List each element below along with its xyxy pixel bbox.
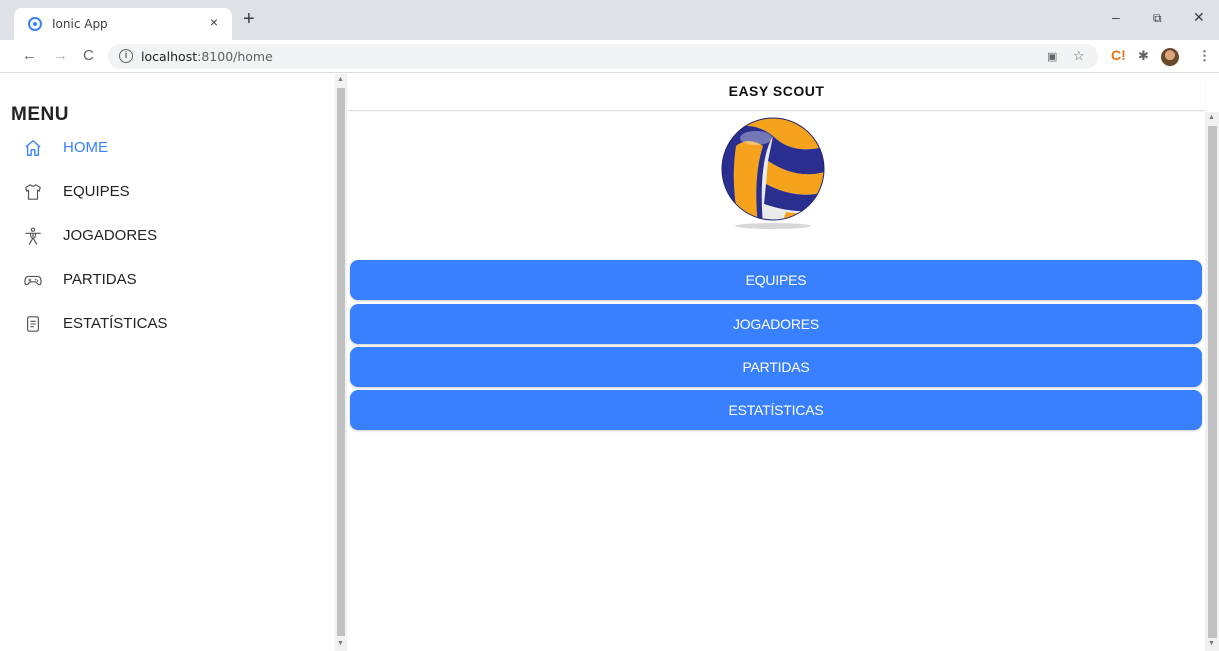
menu-item-label: EQUIPES [63, 183, 130, 200]
browser-tabstrip: Ionic App × + – ⧉ ✕ [0, 0, 1219, 40]
menu-item-jogadores[interactable]: JOGADORES [0, 216, 335, 256]
jogadores-button[interactable]: JOGADORES [350, 304, 1202, 344]
scrollbar-thumb[interactable] [337, 88, 345, 636]
scroll-up-icon[interactable]: ▲ [1208, 114, 1215, 121]
page-title: EASY SCOUT [728, 83, 825, 99]
home-icon [25, 140, 41, 156]
tab-close-icon[interactable]: × [210, 14, 218, 30]
menu-title: MENU [11, 104, 69, 125]
profile-avatar[interactable] [1161, 48, 1179, 66]
shirt-icon [25, 184, 41, 200]
browser-tab[interactable]: Ionic App × [14, 8, 232, 40]
back-icon[interactable]: ← [22, 47, 37, 65]
person-icon [25, 227, 41, 245]
menu-scrollbar[interactable]: ▲ ▼ [335, 74, 347, 651]
menu-item-label: ESTATÍSTICAS [63, 315, 168, 332]
info-icon[interactable]: i [119, 49, 133, 63]
url-text[interactable]: localhost:8100/home [141, 49, 273, 64]
reload-icon[interactable]: C [83, 47, 94, 65]
menu-item-label: PARTIDAS [63, 271, 137, 288]
partidas-button[interactable]: PARTIDAS [350, 347, 1202, 387]
scroll-down-icon[interactable]: ▼ [1208, 640, 1215, 647]
extension-c-icon[interactable]: C! [1111, 47, 1126, 63]
address-bar[interactable]: i localhost:8100/home [108, 44, 1098, 69]
estatisticas-button[interactable]: ESTATÍSTICAS [350, 390, 1202, 430]
new-tab-button[interactable]: + [243, 9, 255, 29]
url-host: localhost [141, 49, 198, 64]
url-path: :8100/home [197, 49, 273, 64]
app-header: EASY SCOUT [348, 74, 1205, 111]
menu-item-equipes[interactable]: EQUIPES [0, 172, 335, 212]
kebab-icon[interactable]: ⋮ [1198, 48, 1211, 64]
equipes-button[interactable]: EQUIPES [350, 260, 1202, 300]
content-scrollbar[interactable]: ▲ ▼ [1205, 112, 1219, 651]
main-content: EQUIPES JOGADORES PARTIDAS ESTATÍSTICAS [348, 112, 1205, 651]
menu-item-partidas[interactable]: PARTIDAS [0, 260, 335, 300]
scroll-up-icon[interactable]: ▲ [337, 76, 344, 83]
scrollbar-thumb[interactable] [1208, 126, 1217, 638]
menu-item-label: HOME [63, 139, 108, 156]
volleyball-icon [721, 117, 825, 229]
menu-item-home[interactable]: HOME [0, 128, 335, 168]
scroll-down-icon[interactable]: ▼ [337, 640, 344, 647]
tab-title: Ionic App [52, 17, 108, 31]
menu-item-label: JOGADORES [63, 227, 158, 244]
restore-button[interactable]: ⧉ [1153, 11, 1162, 26]
browser-toolbar: ← → C i localhost:8100/home ▣ ☆ C! ✱ ⋮ [0, 40, 1219, 73]
menu-item-estatisticas[interactable]: ESTATÍSTICAS [0, 304, 335, 344]
gamepad-icon [24, 275, 42, 286]
puzzle-icon[interactable]: ✱ [1138, 48, 1149, 64]
side-menu: MENU HOME EQUIPES JOGADORES PARTIDAS EST… [0, 74, 335, 651]
translate-icon[interactable]: ▣ [1047, 50, 1057, 63]
document-icon [27, 316, 39, 332]
close-window-button[interactable]: ✕ [1193, 9, 1205, 26]
ionic-favicon-icon [28, 17, 42, 31]
forward-icon[interactable]: → [53, 47, 68, 65]
minimize-button[interactable]: – [1112, 9, 1120, 25]
star-icon[interactable]: ☆ [1073, 48, 1085, 64]
